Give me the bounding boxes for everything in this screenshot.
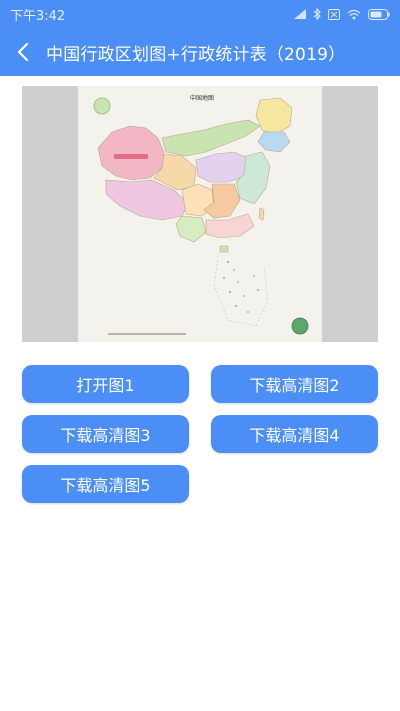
bluetooth-icon xyxy=(313,8,321,20)
sim-icon xyxy=(328,8,340,20)
download-hd-map-4-button[interactable]: 下载高清图4 xyxy=(211,415,378,453)
app-bar: 中国行政区划图+行政统计表（2019） xyxy=(0,28,400,76)
south-china-sea-islands xyxy=(222,260,260,313)
map-image[interactable]: 中国地图 xyxy=(78,86,322,342)
top-left-emblem-icon xyxy=(93,97,111,115)
region-label-marker xyxy=(114,154,148,159)
open-map-1-button[interactable]: 打开图1 xyxy=(22,365,189,403)
map-footer-line xyxy=(108,333,186,335)
map-title: 中国地图 xyxy=(190,94,214,102)
wifi-icon xyxy=(347,9,361,20)
back-button[interactable] xyxy=(0,28,46,76)
status-bar: 下午3:42 xyxy=(0,0,400,28)
download-hd-map-2-button[interactable]: 下载高清图2 xyxy=(211,365,378,403)
page-title: 中国行政区划图+行政统计表（2019） xyxy=(46,44,346,65)
chevron-left-icon xyxy=(17,42,29,62)
sea-boundary xyxy=(213,255,269,327)
status-time: 下午3:42 xyxy=(10,8,66,24)
download-hd-map-3-button[interactable]: 下载高清图3 xyxy=(22,415,189,453)
map-regions xyxy=(97,97,293,253)
battery-icon xyxy=(368,8,390,20)
download-hd-map-5-button[interactable]: 下载高清图5 xyxy=(22,465,189,503)
status-icons xyxy=(294,8,390,20)
signal-icon xyxy=(294,9,306,19)
bottom-right-emblem-icon xyxy=(291,317,309,335)
map-image-frame[interactable]: 中国地图 xyxy=(22,86,378,342)
